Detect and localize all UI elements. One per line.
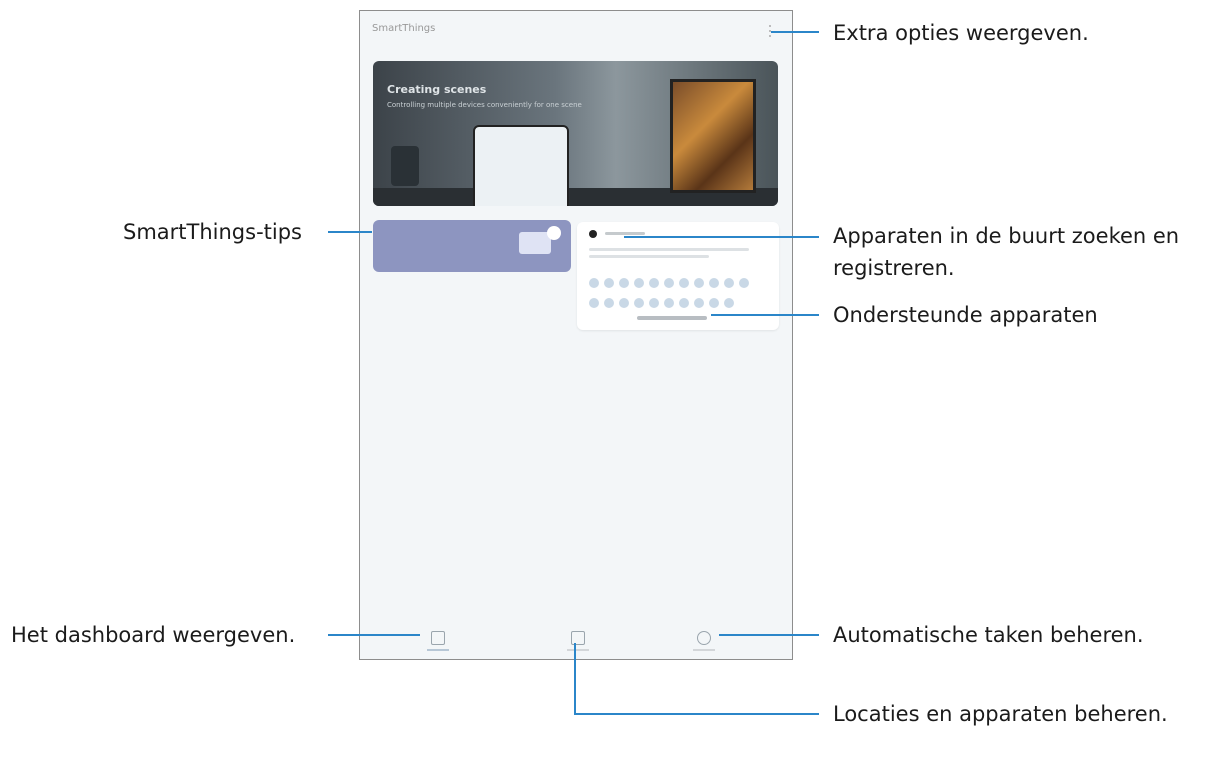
- card-text-line: [589, 255, 709, 258]
- leader-supported: [711, 314, 819, 316]
- leader-locations-horizontal: [574, 713, 819, 715]
- leader-locations-vertical: [574, 643, 576, 715]
- tips-dot-icon: [547, 226, 561, 240]
- callout-locations: Locaties en apparaten beheren.: [833, 702, 1168, 726]
- banner-subtitle: Controlling multiple devices convenientl…: [387, 101, 582, 109]
- tips-illustration-icon: [519, 232, 551, 254]
- leader-extra-options: [771, 31, 819, 33]
- tab-label: [693, 649, 715, 651]
- card-text-line: [589, 248, 749, 251]
- tab-automations[interactable]: [684, 631, 724, 651]
- banner-phone: [473, 125, 569, 206]
- leader-automations: [719, 634, 819, 636]
- dashboard-icon: [431, 631, 445, 645]
- nearby-indicator-icon: [589, 230, 597, 238]
- leader-tips: [328, 231, 372, 233]
- card-heading-line: [605, 232, 645, 235]
- device-type-icons: [589, 278, 769, 318]
- banner-lamp: [391, 146, 419, 186]
- callout-automations: Automatische taken beheren.: [833, 623, 1144, 647]
- banner-title: Creating scenes: [387, 83, 487, 96]
- callout-supported: Ondersteunde apparaten: [833, 303, 1098, 327]
- leader-nearby: [624, 236, 819, 238]
- tab-dashboard[interactable]: [418, 631, 458, 651]
- callout-extra-options: Extra opties weergeven.: [833, 21, 1089, 45]
- automations-icon: [697, 631, 711, 645]
- tab-label: [567, 649, 589, 651]
- bottom-nav: [360, 625, 792, 659]
- tab-devices[interactable]: [558, 631, 598, 651]
- tab-label: [427, 649, 449, 651]
- device-screen: SmartThings Creating scenes Controlling …: [359, 10, 793, 660]
- callout-tips: SmartThings-tips: [123, 220, 302, 244]
- banner-painting: [670, 79, 756, 193]
- leader-dashboard: [328, 634, 420, 636]
- callout-nearby-line2: registreren.: [833, 256, 955, 280]
- callout-dashboard: Het dashboard weergeven.: [11, 623, 296, 647]
- callout-nearby-line1: Apparaten in de buurt zoeken en: [833, 224, 1180, 248]
- supported-devices-link[interactable]: [637, 316, 707, 320]
- scenes-banner[interactable]: Creating scenes Controlling multiple dev…: [373, 61, 778, 206]
- app-title: SmartThings: [372, 23, 436, 34]
- smartthings-tips-card[interactable]: [373, 220, 571, 272]
